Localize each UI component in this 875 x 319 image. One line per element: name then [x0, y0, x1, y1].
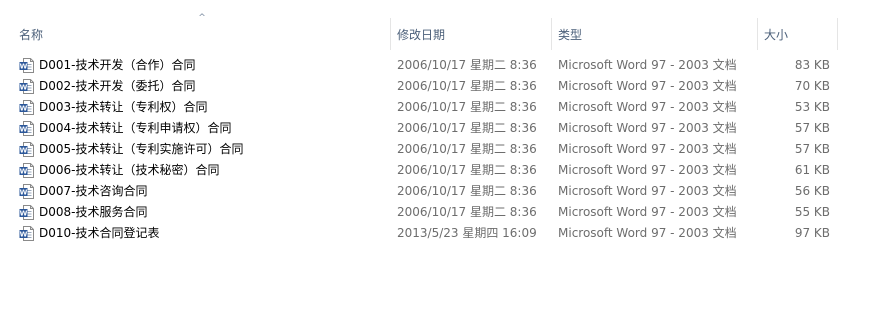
- file-type: Microsoft Word 97 - 2003 文档: [558, 58, 737, 72]
- svg-text:W: W: [20, 126, 28, 134]
- file-name: D004-技术转让（专利申请权）合同: [39, 121, 232, 135]
- file-row[interactable]: W D006-技术转让（技术秘密）合同 2006/10/17 星期二 8:36 …: [0, 160, 875, 181]
- file-date-modified: 2013/5/23 星期四 16:09: [397, 226, 537, 240]
- svg-text:W: W: [20, 189, 28, 197]
- column-header-bar: ^ 名称 修改日期 类型 大小: [0, 14, 875, 50]
- file-row[interactable]: W D004-技术转让（专利申请权）合同 2006/10/17 星期二 8:36…: [0, 118, 875, 139]
- svg-text:W: W: [20, 63, 28, 71]
- file-name: D006-技术转让（技术秘密）合同: [39, 163, 220, 177]
- file-row[interactable]: W D010-技术合同登记表 2013/5/23 星期四 16:09 Micro…: [0, 223, 875, 244]
- file-type: Microsoft Word 97 - 2003 文档: [558, 79, 737, 93]
- file-row[interactable]: W D008-技术服务合同 2006/10/17 星期二 8:36 Micros…: [0, 202, 875, 223]
- svg-text:W: W: [20, 168, 28, 176]
- word-document-icon: W: [19, 100, 34, 115]
- file-size: 97 KB: [794, 226, 830, 240]
- word-document-icon: W: [19, 205, 34, 220]
- file-date-modified: 2006/10/17 星期二 8:36: [397, 121, 537, 135]
- file-row[interactable]: W D005-技术转让（专利实施许可）合同 2006/10/17 星期二 8:3…: [0, 139, 875, 160]
- file-type: Microsoft Word 97 - 2003 文档: [558, 142, 737, 156]
- svg-text:W: W: [20, 231, 28, 239]
- file-size: 57 KB: [794, 121, 830, 135]
- word-document-icon: W: [19, 184, 34, 199]
- svg-text:W: W: [20, 147, 28, 155]
- file-name: D001-技术开发（合作）合同: [39, 58, 196, 72]
- word-document-icon: W: [19, 163, 34, 178]
- file-type: Microsoft Word 97 - 2003 文档: [558, 121, 737, 135]
- file-date-modified: 2006/10/17 星期二 8:36: [397, 163, 537, 177]
- file-type: Microsoft Word 97 - 2003 文档: [558, 163, 737, 177]
- file-date-modified: 2006/10/17 星期二 8:36: [397, 142, 537, 156]
- file-type: Microsoft Word 97 - 2003 文档: [558, 100, 737, 114]
- file-name: D008-技术服务合同: [39, 205, 148, 219]
- word-document-icon: W: [19, 121, 34, 136]
- file-row[interactable]: W D001-技术开发（合作）合同 2006/10/17 星期二 8:36 Mi…: [0, 55, 875, 76]
- file-row[interactable]: W D002-技术开发（委托）合同 2006/10/17 星期二 8:36 Mi…: [0, 76, 875, 97]
- word-document-icon: W: [19, 226, 34, 241]
- file-name: D005-技术转让（专利实施许可）合同: [39, 142, 244, 156]
- file-type: Microsoft Word 97 - 2003 文档: [558, 205, 737, 219]
- file-type: Microsoft Word 97 - 2003 文档: [558, 226, 737, 240]
- word-document-icon: W: [19, 79, 34, 94]
- file-size: 56 KB: [794, 184, 830, 198]
- file-size: 83 KB: [794, 58, 830, 72]
- file-date-modified: 2006/10/17 星期二 8:36: [397, 79, 537, 93]
- file-size: 70 KB: [794, 79, 830, 93]
- column-header-name[interactable]: 名称: [12, 18, 390, 50]
- svg-text:W: W: [20, 84, 28, 92]
- column-divider[interactable]: [837, 18, 838, 50]
- file-size: 55 KB: [794, 205, 830, 219]
- word-document-icon: W: [19, 58, 34, 73]
- word-document-icon: W: [19, 142, 34, 157]
- column-header-size[interactable]: 大小: [757, 18, 837, 50]
- file-list: W D001-技术开发（合作）合同 2006/10/17 星期二 8:36 Mi…: [0, 55, 875, 244]
- file-name: D007-技术咨询合同: [39, 184, 148, 198]
- file-date-modified: 2006/10/17 星期二 8:36: [397, 205, 537, 219]
- file-name: D002-技术开发（委托）合同: [39, 79, 196, 93]
- file-row[interactable]: W D003-技术转让（专利权）合同 2006/10/17 星期二 8:36 M…: [0, 97, 875, 118]
- file-name: D010-技术合同登记表: [39, 226, 160, 240]
- file-date-modified: 2006/10/17 星期二 8:36: [397, 100, 537, 114]
- file-name: D003-技术转让（专利权）合同: [39, 100, 208, 114]
- file-size: 61 KB: [794, 163, 830, 177]
- column-header-type[interactable]: 类型: [551, 18, 757, 50]
- file-row[interactable]: W D007-技术咨询合同 2006/10/17 星期二 8:36 Micros…: [0, 181, 875, 202]
- svg-text:W: W: [20, 210, 28, 218]
- column-header-date-modified[interactable]: 修改日期: [390, 18, 551, 50]
- file-type: Microsoft Word 97 - 2003 文档: [558, 184, 737, 198]
- file-date-modified: 2006/10/17 星期二 8:36: [397, 184, 537, 198]
- file-size: 53 KB: [794, 100, 830, 114]
- file-size: 57 KB: [794, 142, 830, 156]
- file-explorer-details-view: ^ 名称 修改日期 类型 大小 W D001-技术开发（合作）合同 2006/1…: [0, 0, 875, 319]
- svg-text:W: W: [20, 105, 28, 113]
- file-date-modified: 2006/10/17 星期二 8:36: [397, 58, 537, 72]
